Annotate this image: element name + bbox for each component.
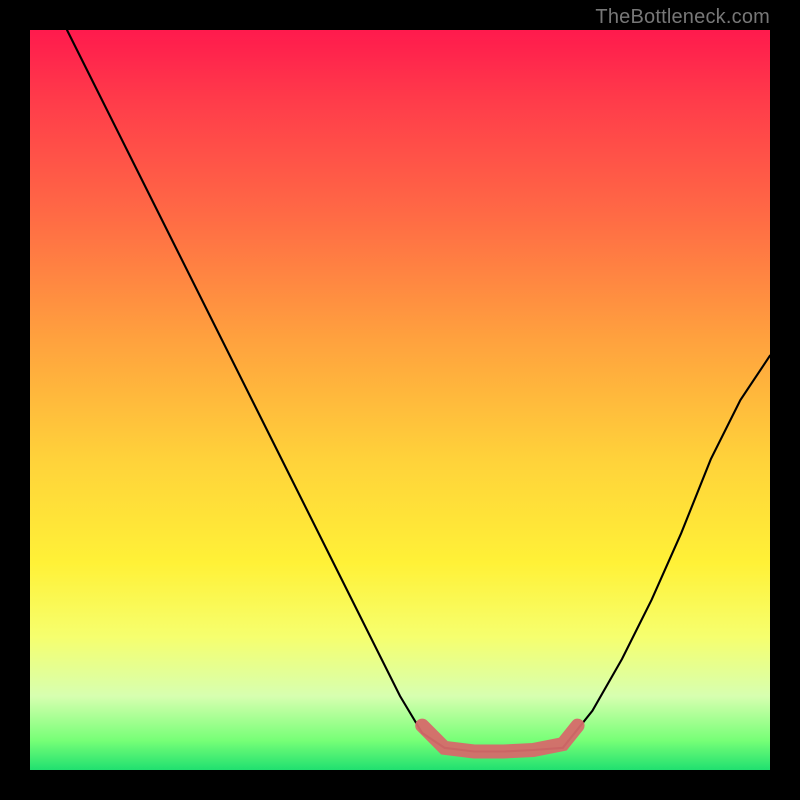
chart-frame: TheBottleneck.com [0,0,800,800]
left-curve [67,30,444,748]
highlight-sweet-spot [422,726,577,752]
right-curve [563,356,770,748]
curve-layer [30,30,770,770]
plot-area [30,30,770,770]
watermark-text: TheBottleneck.com [595,6,770,29]
